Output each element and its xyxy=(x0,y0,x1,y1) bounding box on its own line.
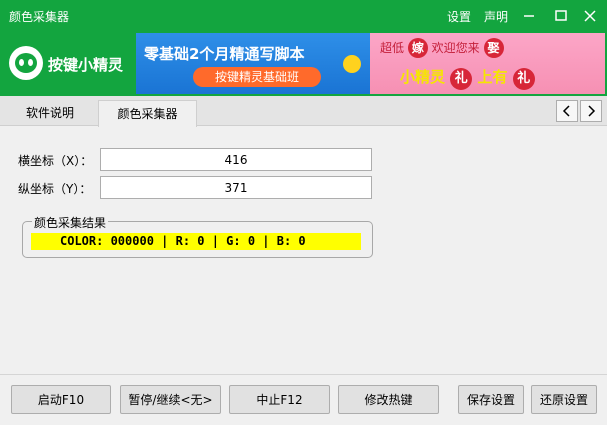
tab-color-picker[interactable]: 颜色采集器 xyxy=(98,100,197,127)
tab-prev-button[interactable] xyxy=(556,100,578,122)
ad-promo-line1: 超低 嫁 欢迎您来 娶 xyxy=(380,38,504,58)
y-coordinate-input[interactable] xyxy=(100,176,372,199)
x-coordinate-input[interactable] xyxy=(100,148,372,171)
tab-software-info[interactable]: 软件说明 xyxy=(10,100,90,126)
chevron-left-icon xyxy=(562,105,570,117)
disclaimer-link[interactable]: 声明 xyxy=(484,8,508,25)
tab-bar: 软件说明 颜色采集器 xyxy=(0,96,607,127)
close-icon xyxy=(584,10,596,22)
y-coordinate-label: 纵坐标（Y）： xyxy=(18,182,92,196)
x-coordinate-label: 横坐标（X）： xyxy=(18,154,93,168)
change-hotkey-button[interactable]: 修改热键 xyxy=(338,385,439,414)
ad-banner-promo[interactable]: 超低 嫁 欢迎您来 娶 小精灵 礼 上有 礼 xyxy=(370,33,605,94)
minimize-icon xyxy=(524,15,534,17)
ad-promo-line2: 小精灵 礼 上有 礼 xyxy=(400,66,535,90)
brand-name: 按键小精灵 xyxy=(48,56,124,74)
save-settings-button[interactable]: 保存设置 xyxy=(458,385,524,414)
settings-link[interactable]: 设置 xyxy=(447,8,471,25)
color-result-legend: 颜色采集结果 xyxy=(32,214,109,231)
ad-headline: 零基础2个月精通写脚本 xyxy=(144,45,305,63)
maximize-button[interactable] xyxy=(551,4,571,26)
tab-next-button[interactable] xyxy=(580,100,602,122)
maximize-icon xyxy=(555,10,567,21)
minimize-button[interactable] xyxy=(519,4,539,26)
mascot-icon xyxy=(9,46,43,80)
color-result-text: COLOR: 000000 | R: 0 | G: 0 | B: 0 xyxy=(31,233,361,250)
restore-settings-button[interactable]: 还原设置 xyxy=(531,385,597,414)
chevron-right-icon xyxy=(588,105,596,117)
close-button[interactable] xyxy=(580,4,600,26)
stop-button[interactable]: 中止F12 xyxy=(229,385,330,414)
ad-course-button[interactable]: 按键精灵基础班 xyxy=(193,67,321,87)
coin-icon xyxy=(343,55,361,73)
brand-logo: 按键小精灵 xyxy=(9,45,133,83)
pause-resume-button[interactable]: 暂停/继续<无> xyxy=(120,385,221,414)
window-title: 颜色采集器 xyxy=(9,10,70,24)
ad-banner-course[interactable]: 零基础2个月精通写脚本 按键精灵基础班 xyxy=(136,33,370,94)
title-bar: 颜色采集器 设置 声明 xyxy=(0,0,607,32)
start-button[interactable]: 启动F10 xyxy=(11,385,111,414)
